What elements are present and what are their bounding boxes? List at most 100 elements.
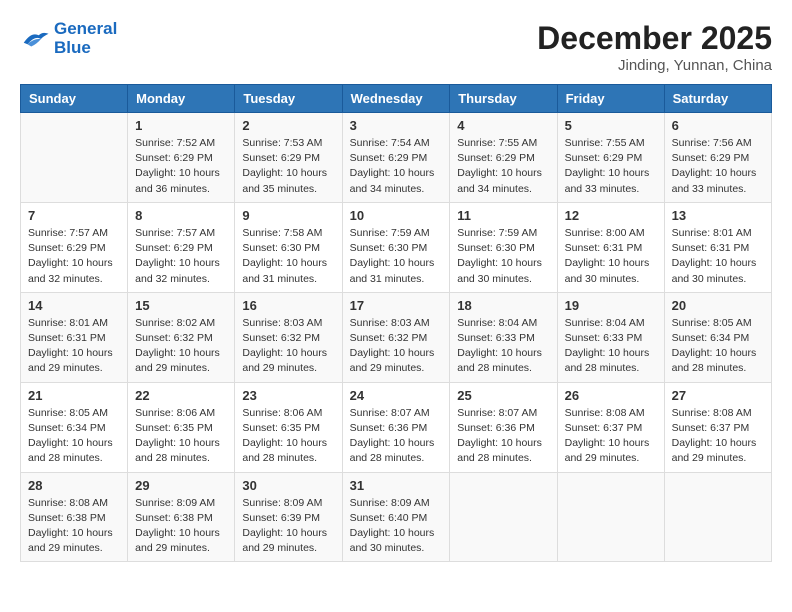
- calendar-week-3: 14Sunrise: 8:01 AM Sunset: 6:31 PM Dayli…: [21, 292, 772, 382]
- calendar-cell: 29 Sunrise: 8:09 AM Sunset: 6:38 PM Dayli…: [128, 472, 235, 562]
- day-number: 3: [350, 118, 443, 133]
- weekday-header-friday: Friday: [557, 85, 664, 113]
- day-number: 22: [135, 388, 227, 403]
- day-number: 30: [242, 478, 334, 493]
- calendar-table: SundayMondayTuesdayWednesdayThursdayFrid…: [20, 84, 772, 562]
- day-info: Sunrise: 8:06 AM Sunset: 6:35 PM Dayligh…: [242, 406, 334, 467]
- day-info: Sunrise: 7:52 AM Sunset: 6:29 PM Dayligh…: [135, 136, 227, 197]
- calendar-cell: 12 Sunrise: 8:00 AM Sunset: 6:31 PM Dayli…: [557, 202, 664, 292]
- day-number: 14: [28, 298, 120, 313]
- day-info: Sunrise: 7:58 AM Sunset: 6:30 PM Dayligh…: [242, 226, 334, 287]
- day-number: 19: [565, 298, 657, 313]
- day-info: Sunrise: 7:55 AM Sunset: 6:29 PM Dayligh…: [565, 136, 657, 197]
- day-info: Sunrise: 8:09 AM Sunset: 6:39 PM Dayligh…: [242, 496, 334, 557]
- calendar-cell: 8 Sunrise: 7:57 AM Sunset: 6:29 PM Daylig…: [128, 202, 235, 292]
- calendar-cell: 9 Sunrise: 7:58 AM Sunset: 6:30 PM Daylig…: [235, 202, 342, 292]
- calendar-week-4: 21 Sunrise: 8:05 AM Sunset: 6:34 PM Dayli…: [21, 382, 772, 472]
- day-number: 13: [672, 208, 764, 223]
- calendar-cell: 10 Sunrise: 7:59 AM Sunset: 6:30 PM Dayli…: [342, 202, 450, 292]
- day-info: Sunrise: 7:56 AM Sunset: 6:29 PM Dayligh…: [672, 136, 764, 197]
- calendar-cell: 13 Sunrise: 8:01 AM Sunset: 6:31 PM Dayli…: [664, 202, 771, 292]
- calendar-cell: 5 Sunrise: 7:55 AM Sunset: 6:29 PM Daylig…: [557, 113, 664, 203]
- day-number: 21: [28, 388, 120, 403]
- day-info: Sunrise: 8:05 AM Sunset: 6:34 PM Dayligh…: [28, 406, 120, 467]
- day-info: Sunrise: 7:57 AM Sunset: 6:29 PM Dayligh…: [135, 226, 227, 287]
- calendar-cell: 23 Sunrise: 8:06 AM Sunset: 6:35 PM Dayli…: [235, 382, 342, 472]
- day-info: Sunrise: 8:08 AM Sunset: 6:37 PM Dayligh…: [672, 406, 764, 467]
- day-info: Sunrise: 8:04 AM Sunset: 6:33 PM Dayligh…: [565, 316, 657, 377]
- weekday-header-sunday: Sunday: [21, 85, 128, 113]
- day-number: 18: [457, 298, 549, 313]
- calendar-cell: 27Sunrise: 8:08 AM Sunset: 6:37 PM Dayli…: [664, 382, 771, 472]
- month-year-title: December 2025: [537, 20, 772, 57]
- day-number: 1: [135, 118, 227, 133]
- day-number: 9: [242, 208, 334, 223]
- day-info: Sunrise: 8:02 AM Sunset: 6:32 PM Dayligh…: [135, 316, 227, 377]
- day-number: 15: [135, 298, 227, 313]
- calendar-cell: 20Sunrise: 8:05 AM Sunset: 6:34 PM Dayli…: [664, 292, 771, 382]
- day-number: 24: [350, 388, 443, 403]
- day-info: Sunrise: 8:09 AM Sunset: 6:38 PM Dayligh…: [135, 496, 227, 557]
- calendar-week-5: 28 Sunrise: 8:08 AM Sunset: 6:38 PM Dayli…: [21, 472, 772, 562]
- weekday-header-tuesday: Tuesday: [235, 85, 342, 113]
- calendar-week-1: 1 Sunrise: 7:52 AM Sunset: 6:29 PM Daylig…: [21, 113, 772, 203]
- calendar-week-2: 7 Sunrise: 7:57 AM Sunset: 6:29 PM Daylig…: [21, 202, 772, 292]
- day-number: 6: [672, 118, 764, 133]
- day-number: 7: [28, 208, 120, 223]
- day-number: 23: [242, 388, 334, 403]
- day-number: 26: [565, 388, 657, 403]
- weekday-header-saturday: Saturday: [664, 85, 771, 113]
- calendar-cell: 30 Sunrise: 8:09 AM Sunset: 6:39 PM Dayli…: [235, 472, 342, 562]
- calendar-cell: 7 Sunrise: 7:57 AM Sunset: 6:29 PM Daylig…: [21, 202, 128, 292]
- day-number: 11: [457, 208, 549, 223]
- calendar-cell: 22 Sunrise: 8:06 AM Sunset: 6:35 PM Dayli…: [128, 382, 235, 472]
- weekday-header-row: SundayMondayTuesdayWednesdayThursdayFrid…: [21, 85, 772, 113]
- calendar-cell: [450, 472, 557, 562]
- calendar-cell: 6 Sunrise: 7:56 AM Sunset: 6:29 PM Daylig…: [664, 113, 771, 203]
- day-info: Sunrise: 8:07 AM Sunset: 6:36 PM Dayligh…: [457, 406, 549, 467]
- calendar-cell: 31 Sunrise: 8:09 AM Sunset: 6:40 PM Dayli…: [342, 472, 450, 562]
- calendar-cell: 4 Sunrise: 7:55 AM Sunset: 6:29 PM Daylig…: [450, 113, 557, 203]
- day-number: 2: [242, 118, 334, 133]
- day-number: 31: [350, 478, 443, 493]
- title-section: December 2025 Jinding, Yunnan, China: [537, 20, 772, 74]
- calendar-cell: [21, 113, 128, 203]
- day-number: 4: [457, 118, 549, 133]
- calendar-cell: 16Sunrise: 8:03 AM Sunset: 6:32 PM Dayli…: [235, 292, 342, 382]
- calendar-cell: 24Sunrise: 8:07 AM Sunset: 6:36 PM Dayli…: [342, 382, 450, 472]
- calendar-cell: 19 Sunrise: 8:04 AM Sunset: 6:33 PM Dayli…: [557, 292, 664, 382]
- calendar-cell: 3Sunrise: 7:54 AM Sunset: 6:29 PM Daylig…: [342, 113, 450, 203]
- day-info: Sunrise: 7:59 AM Sunset: 6:30 PM Dayligh…: [350, 226, 443, 287]
- logo-text: General Blue: [54, 20, 117, 57]
- day-info: Sunrise: 7:57 AM Sunset: 6:29 PM Dayligh…: [28, 226, 120, 287]
- day-number: 8: [135, 208, 227, 223]
- calendar-cell: 17 Sunrise: 8:03 AM Sunset: 6:32 PM Dayli…: [342, 292, 450, 382]
- logo-icon: [20, 27, 50, 51]
- page-header: General Blue December 2025 Jinding, Yunn…: [20, 20, 772, 74]
- day-info: Sunrise: 8:00 AM Sunset: 6:31 PM Dayligh…: [565, 226, 657, 287]
- day-info: Sunrise: 8:01 AM Sunset: 6:31 PM Dayligh…: [672, 226, 764, 287]
- logo: General Blue: [20, 20, 117, 57]
- day-number: 10: [350, 208, 443, 223]
- calendar-cell: 2Sunrise: 7:53 AM Sunset: 6:29 PM Daylig…: [235, 113, 342, 203]
- calendar-cell: 25 Sunrise: 8:07 AM Sunset: 6:36 PM Dayli…: [450, 382, 557, 472]
- day-info: Sunrise: 8:05 AM Sunset: 6:34 PM Dayligh…: [672, 316, 764, 377]
- day-info: Sunrise: 8:03 AM Sunset: 6:32 PM Dayligh…: [350, 316, 443, 377]
- day-info: Sunrise: 8:09 AM Sunset: 6:40 PM Dayligh…: [350, 496, 443, 557]
- day-number: 17: [350, 298, 443, 313]
- day-number: 28: [28, 478, 120, 493]
- day-info: Sunrise: 8:08 AM Sunset: 6:37 PM Dayligh…: [565, 406, 657, 467]
- weekday-header-thursday: Thursday: [450, 85, 557, 113]
- day-info: Sunrise: 7:59 AM Sunset: 6:30 PM Dayligh…: [457, 226, 549, 287]
- day-info: Sunrise: 8:04 AM Sunset: 6:33 PM Dayligh…: [457, 316, 549, 377]
- day-number: 12: [565, 208, 657, 223]
- calendar-cell: [664, 472, 771, 562]
- day-info: Sunrise: 8:08 AM Sunset: 6:38 PM Dayligh…: [28, 496, 120, 557]
- day-info: Sunrise: 8:03 AM Sunset: 6:32 PM Dayligh…: [242, 316, 334, 377]
- day-number: 29: [135, 478, 227, 493]
- day-info: Sunrise: 8:06 AM Sunset: 6:35 PM Dayligh…: [135, 406, 227, 467]
- day-number: 25: [457, 388, 549, 403]
- calendar-cell: 1 Sunrise: 7:52 AM Sunset: 6:29 PM Daylig…: [128, 113, 235, 203]
- day-number: 5: [565, 118, 657, 133]
- day-info: Sunrise: 7:55 AM Sunset: 6:29 PM Dayligh…: [457, 136, 549, 197]
